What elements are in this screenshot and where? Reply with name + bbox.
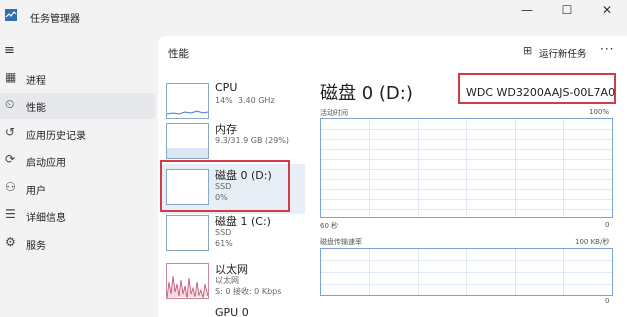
startup-icon: ⟳ xyxy=(5,152,16,166)
task-manager-icon xyxy=(5,9,17,21)
performance-icon: ⏲ xyxy=(5,97,15,111)
device-stats: 9.3/31.9 GB (29%) xyxy=(215,136,290,145)
processes-icon: ▦ xyxy=(5,70,17,84)
nav-item-label: 应用历史记录 xyxy=(26,131,86,142)
graph-max-active-time: 100% xyxy=(589,108,610,116)
device-name: CPU xyxy=(215,81,238,94)
cpu-thumbnail-graph xyxy=(166,83,209,119)
nav-item-label: 启动应用 xyxy=(26,158,66,169)
services-icon: ⚙ xyxy=(5,235,16,249)
nav-item-label: 性能 xyxy=(26,103,46,114)
more-options-button[interactable]: ··· xyxy=(600,42,614,56)
transfer-rate-graph xyxy=(320,248,613,296)
device-item-disk-0[interactable]: 磁盘 0 (D:) SSD 0% xyxy=(160,160,305,214)
disk-1-thumbnail-graph xyxy=(166,215,209,251)
details-icon: ☰ xyxy=(5,207,16,221)
disk-title: 磁盘 0 (D:) xyxy=(320,83,413,104)
maximize-button[interactable]: ☐ xyxy=(547,0,587,20)
device-name: GPU 0 xyxy=(215,306,249,317)
device-stats: 以太网 S: 0 接收: 0 Kbps xyxy=(215,276,282,296)
ethernet-thumbnail-graph xyxy=(166,263,209,299)
hamburger-menu-icon[interactable]: ≡ xyxy=(4,43,15,58)
next-graph-header xyxy=(320,310,611,317)
window-title: 任务管理器 xyxy=(30,14,80,25)
device-item-ethernet[interactable]: 以太网 以太网 S: 0 接收: 0 Kbps xyxy=(162,258,305,308)
nav-item-services[interactable]: ⚙ 服务 xyxy=(0,231,155,257)
graph-max-transfer-rate: 100 KB/秒 xyxy=(575,238,610,246)
close-button[interactable]: ✕ xyxy=(587,0,627,20)
nav-item-startup-apps[interactable]: ⟳ 启动应用 xyxy=(0,148,155,174)
nav-item-details[interactable]: ☰ 详细信息 xyxy=(0,203,155,229)
nav-item-app-history[interactable]: ↺ 应用历史记录 xyxy=(0,121,155,147)
graph-label-transfer-rate: 磁盘传输速率 xyxy=(320,238,362,246)
run-new-task-button[interactable]: 运行新任务 xyxy=(539,46,587,60)
nav-item-label: 服务 xyxy=(26,241,46,252)
nav-item-label: 用户 xyxy=(26,186,46,197)
run-task-icon: ⊞ xyxy=(523,44,533,57)
device-stats: SSD 61% xyxy=(215,228,233,248)
history-icon: ↺ xyxy=(5,125,16,139)
active-time-graph xyxy=(320,118,613,218)
nav-item-performance[interactable]: ⏲ 性能 xyxy=(0,93,155,119)
users-icon: ⚇ xyxy=(5,180,16,194)
nav-item-processes[interactable]: ▦ 进程 xyxy=(0,66,155,92)
device-item-gpu-0[interactable]: GPU 0 xyxy=(162,304,305,317)
graph-time-active-time: 60 秒 xyxy=(320,222,339,230)
graph-label-active-time: 活动时间 xyxy=(320,109,348,117)
disk-0-thumbnail-graph xyxy=(166,169,209,205)
page-title: 性能 xyxy=(168,48,189,60)
nav-item-label: 进程 xyxy=(26,76,46,87)
graph-min-active-time: 0 xyxy=(605,221,610,229)
nav-item-users[interactable]: ⚇ 用户 xyxy=(0,176,155,202)
minimize-button[interactable]: — xyxy=(507,0,547,20)
disk-model: WDC WD3200AAJS-00L7A0 xyxy=(466,86,616,99)
device-stats: 14% 3.40 GHz xyxy=(215,96,275,105)
device-stats: SSD 0% xyxy=(215,182,232,202)
nav-item-label: 详细信息 xyxy=(26,213,66,224)
device-item-disk-1[interactable]: 磁盘 1 (C:) SSD 61% xyxy=(162,210,305,260)
graph-min-transfer-rate: 0 xyxy=(605,297,610,305)
memory-thumbnail-graph xyxy=(166,123,209,159)
